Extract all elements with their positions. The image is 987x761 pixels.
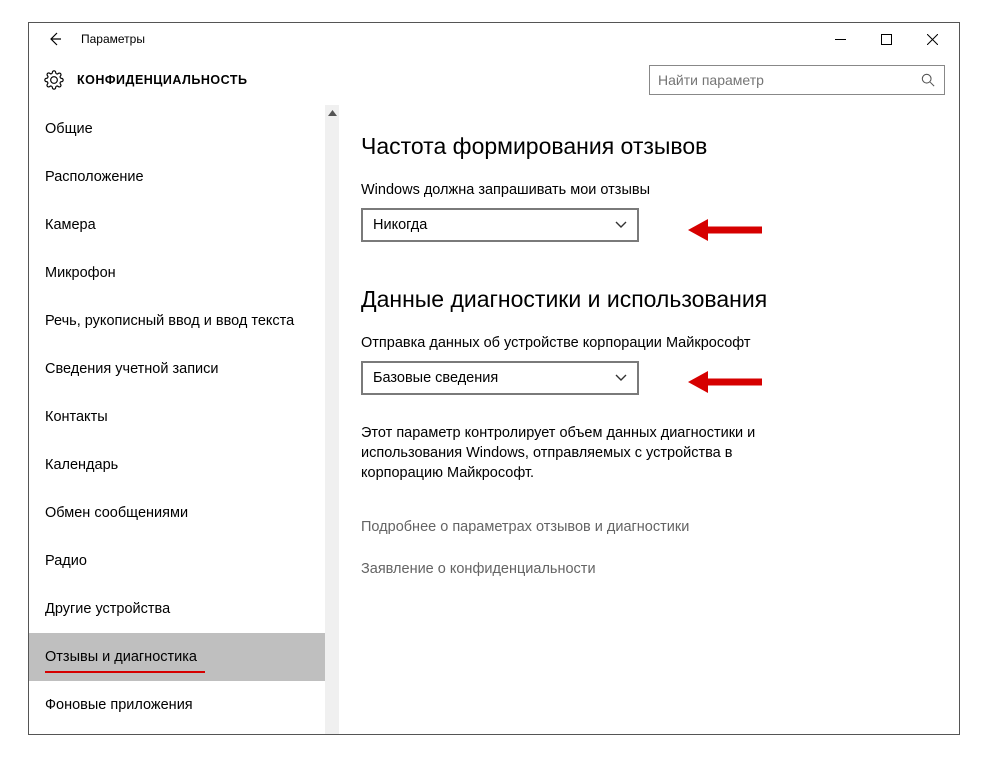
sidebar-item-label: Другие устройства xyxy=(45,601,170,617)
diagnostic-data-select[interactable]: Базовые сведения xyxy=(361,361,639,395)
sidebar-item[interactable]: Микрофон xyxy=(29,249,325,297)
minimize-button[interactable] xyxy=(817,23,863,55)
close-button[interactable] xyxy=(909,23,955,55)
sidebar-item[interactable]: Календарь xyxy=(29,441,325,489)
settings-window: Параметры xyxy=(28,22,960,735)
select-value: Базовые сведения xyxy=(373,370,498,386)
sidebar-item-label: Контакты xyxy=(45,409,108,425)
privacy-statement-link[interactable]: Заявление о конфиденциальности xyxy=(361,561,933,577)
sidebar-item-label: Сведения учетной записи xyxy=(45,361,219,377)
section-title-diagnostics: Данные диагностики и использования xyxy=(361,286,933,313)
sidebar-item-label: Календарь xyxy=(45,457,118,473)
sidebar-item-label: Отзывы и диагностика xyxy=(45,649,197,665)
search-box[interactable] xyxy=(649,65,945,95)
chevron-down-icon xyxy=(615,370,627,386)
sidebar-item-label: Радио xyxy=(45,553,87,569)
sidebar-item[interactable]: Другие устройства xyxy=(29,585,325,633)
sidebar-item[interactable]: Фоновые приложения xyxy=(29,681,325,729)
main-content: Частота формирования отзывов Windows дол… xyxy=(339,105,959,734)
sidebar-item-label: Камера xyxy=(45,217,96,233)
page-header: КОНФИДЕНЦИАЛЬНОСТЬ xyxy=(29,55,959,105)
maximize-icon xyxy=(881,34,892,45)
sidebar-item[interactable]: Отзывы и диагностика xyxy=(29,633,325,681)
sidebar-item-label: Микрофон xyxy=(45,265,116,281)
feedback-frequency-select[interactable]: Никогда xyxy=(361,208,639,242)
select-value: Никогда xyxy=(373,217,427,233)
sidebar-item[interactable]: Речь, рукописный ввод и ввод текста xyxy=(29,297,325,345)
maximize-button[interactable] xyxy=(863,23,909,55)
sidebar-item[interactable]: Контакты xyxy=(29,393,325,441)
section-title-feedback: Частота формирования отзывов xyxy=(361,133,933,160)
sidebar-item-label: Обмен сообщениями xyxy=(45,505,188,521)
sidebar-item[interactable]: Сведения учетной записи xyxy=(29,345,325,393)
sidebar-item-label: Общие xyxy=(45,121,93,137)
scrollbar[interactable] xyxy=(325,105,339,734)
sidebar-item[interactable]: Радио xyxy=(29,537,325,585)
sidebar: Общие Расположение Камера Микрофон Речь, рук… xyxy=(29,105,339,734)
annotation-underline xyxy=(45,671,205,674)
diagnostic-data-label: Отправка данных об устройстве корпорации… xyxy=(361,335,933,351)
settings-home-button[interactable] xyxy=(43,55,65,105)
back-button[interactable] xyxy=(33,23,77,55)
diagnostic-description: Этот параметр контролирует объем данных … xyxy=(361,423,781,483)
close-icon xyxy=(927,34,938,45)
sidebar-item[interactable]: Расположение xyxy=(29,153,325,201)
chevron-up-icon xyxy=(328,110,337,116)
sidebar-item[interactable]: Обмен сообщениями xyxy=(29,489,325,537)
sidebar-item-label: Речь, рукописный ввод и ввод текста xyxy=(45,313,294,329)
chevron-down-icon xyxy=(615,217,627,233)
learn-more-link[interactable]: Подробнее о параметрах отзывов и диагнос… xyxy=(361,519,933,535)
sidebar-item-label: Фоновые приложения xyxy=(45,697,193,713)
scroll-up-button[interactable] xyxy=(325,105,339,121)
search-input[interactable] xyxy=(658,72,920,88)
search-icon xyxy=(920,73,936,87)
sidebar-item[interactable]: Общие xyxy=(29,105,325,153)
arrow-left-icon xyxy=(47,31,63,47)
sidebar-item-label: Расположение xyxy=(45,169,144,185)
titlebar: Параметры xyxy=(29,23,959,55)
feedback-frequency-label: Windows должна запрашивать мои отзывы xyxy=(361,182,933,198)
sidebar-item[interactable]: Камера xyxy=(29,201,325,249)
minimize-icon xyxy=(835,34,846,45)
gear-icon xyxy=(44,70,64,90)
window-title: Параметры xyxy=(81,32,145,46)
page-title: КОНФИДЕНЦИАЛЬНОСТЬ xyxy=(77,73,247,87)
